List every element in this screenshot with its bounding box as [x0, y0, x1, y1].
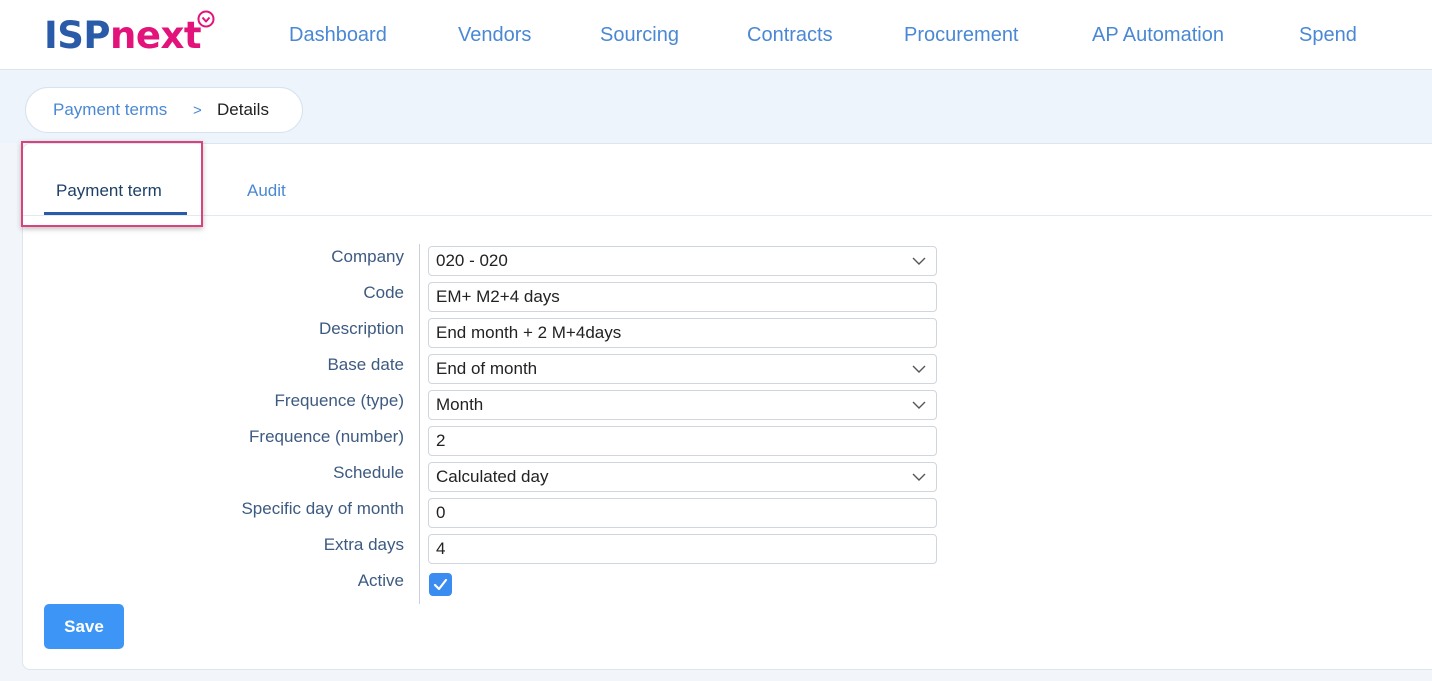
base-date-select[interactable]: End of month [428, 354, 937, 384]
schedule-label: Schedule [333, 463, 404, 482]
logo-next-text: next [110, 14, 202, 57]
code-label: Code [363, 283, 404, 302]
description-field[interactable] [428, 318, 937, 348]
form-divider [419, 244, 420, 604]
frequence-number-field[interactable] [428, 426, 937, 456]
ispnext-logo[interactable]: ISPnext [44, 14, 202, 58]
checkmark-icon [433, 578, 448, 591]
nav-sourcing[interactable]: Sourcing [600, 22, 679, 48]
extra-days-field[interactable] [428, 534, 937, 564]
chevron-down-icon [912, 257, 926, 265]
chevron-down-icon [912, 401, 926, 409]
chevron-down-icon [912, 365, 926, 373]
description-input[interactable] [436, 319, 936, 347]
frequence-type-label: Frequence (type) [274, 391, 404, 410]
tab-payment-term[interactable]: Payment term [56, 180, 162, 202]
base-date-value: End of month [436, 359, 538, 378]
schedule-select[interactable]: Calculated day [428, 462, 937, 492]
tab-audit[interactable]: Audit [247, 180, 286, 202]
frequence-type-value: Month [436, 395, 484, 414]
logo-heart-icon [197, 10, 215, 28]
company-select[interactable]: 020 - 020 [428, 246, 937, 276]
active-tab-underline [44, 212, 187, 215]
extra-days-label: Extra days [323, 535, 404, 554]
description-label: Description [318, 319, 404, 338]
top-navigation-bar: ISPnext Dashboard Vendors Sourcing Contr… [0, 0, 1432, 70]
breadcrumb-separator: > [193, 102, 202, 119]
frequence-number-input[interactable] [436, 427, 936, 455]
frequence-type-select[interactable]: Month [428, 390, 937, 420]
nav-procurement[interactable]: Procurement [904, 22, 1019, 48]
breadcrumb-current: Details [217, 100, 269, 119]
specific-day-field[interactable] [428, 498, 937, 528]
nav-contracts[interactable]: Contracts [747, 22, 833, 48]
specific-day-label: Specific day of month [241, 499, 404, 518]
nav-spend[interactable]: Spend [1299, 22, 1357, 48]
nav-ap-automation[interactable]: AP Automation [1092, 22, 1224, 48]
specific-day-input[interactable] [436, 499, 936, 527]
company-label: Company [331, 247, 404, 266]
company-value: 020 - 020 [436, 251, 508, 270]
active-checkbox[interactable] [429, 573, 452, 596]
extra-days-input[interactable] [436, 535, 936, 563]
tabs-divider [23, 215, 1432, 216]
code-input[interactable] [436, 283, 936, 311]
code-field[interactable] [428, 282, 937, 312]
chevron-down-icon [912, 473, 926, 481]
frequence-number-label: Frequence (number) [249, 427, 404, 446]
nav-vendors[interactable]: Vendors [458, 22, 531, 48]
active-label: Active [357, 571, 404, 590]
logo-isp-text: ISP [44, 14, 111, 57]
breadcrumb-payment-terms-link[interactable]: Payment terms [53, 99, 167, 121]
schedule-value: Calculated day [436, 467, 549, 486]
nav-dashboard[interactable]: Dashboard [289, 22, 387, 48]
base-date-label: Base date [327, 355, 404, 374]
save-button[interactable]: Save [44, 604, 124, 649]
